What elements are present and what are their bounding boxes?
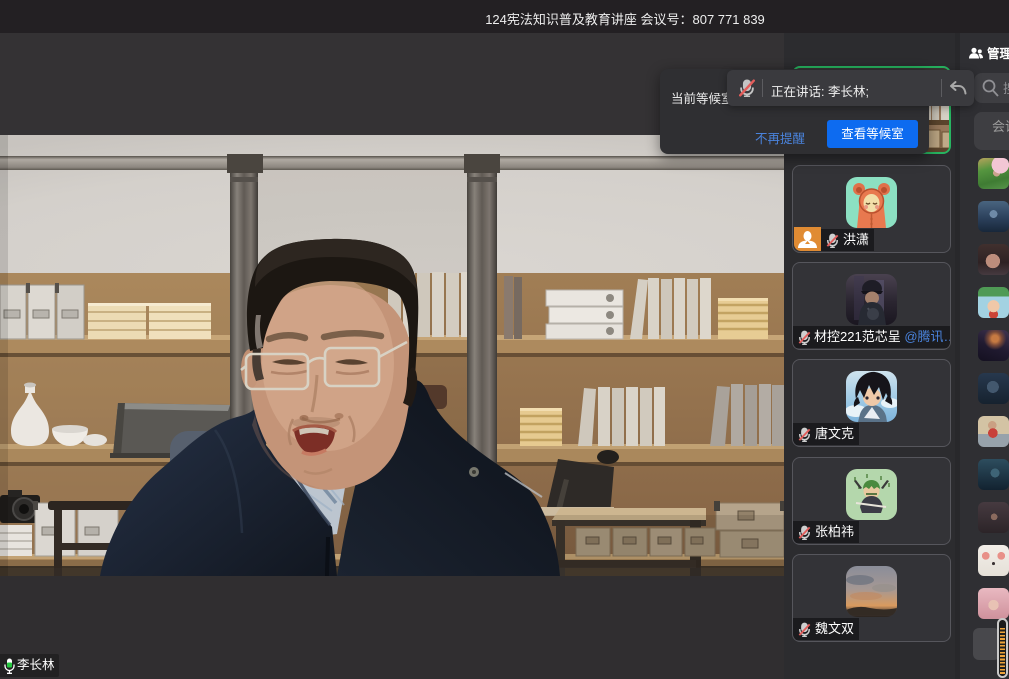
svg-text:搜: 搜: [1003, 81, 1009, 96]
